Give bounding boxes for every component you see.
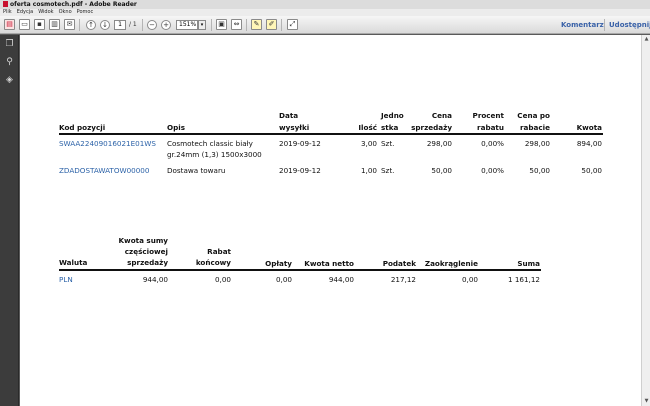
menu-view[interactable]: Widok	[38, 9, 53, 15]
item-quantity: 3,00	[360, 139, 377, 148]
expand-icon[interactable]: ⤢	[287, 19, 298, 30]
item-discount: 0,00%	[481, 166, 504, 175]
zoom-in-icon[interactable]: +	[161, 20, 171, 30]
summary-header-rule	[59, 269, 541, 271]
fees-value: 0,00	[275, 275, 292, 284]
toolbar-divider	[604, 19, 605, 31]
window-title: oferta cosmotech.pdf - Adobe Reader	[10, 1, 137, 8]
window-title-bar: oferta cosmotech.pdf - Adobe Reader	[0, 0, 650, 9]
header-net-amount: Kwota netto	[304, 259, 354, 268]
page-number-input[interactable]: 1	[114, 20, 126, 30]
save-icon[interactable]: ▪	[34, 19, 45, 30]
zoom-out-icon[interactable]: −	[147, 20, 157, 30]
scroll-up-icon[interactable]: ▲	[643, 36, 650, 43]
page-total: / 1	[129, 21, 137, 28]
header-final-rebate: Rabat	[207, 247, 231, 256]
toolbar-divider	[142, 19, 143, 31]
header-currency: Waluta	[59, 258, 88, 267]
item-code-link[interactable]: SWAA22409016021E01WS	[59, 139, 156, 148]
header-subtotal: Kwota sumy	[118, 236, 168, 245]
fit-page-icon[interactable]: ▣	[216, 19, 227, 30]
header-total: Suma	[517, 259, 540, 268]
sticky-note-icon[interactable]: ✎	[251, 19, 262, 30]
header-price-after-discount: Cena po	[517, 111, 550, 120]
document-page: Kod pozycji Opis Data wysyłki Ilość Jedn…	[20, 35, 641, 406]
previous-page-icon[interactable]: ↑	[86, 20, 96, 30]
header-rule	[59, 133, 603, 135]
toolbar: ▤ ▭ ▪ ▥ ✉ ↑ ↓ 1 / 1 − + 151% ▾ ▣ ⇔ ✎ ✐ ⤢…	[0, 16, 650, 34]
menu-edit[interactable]: Edycja	[17, 9, 34, 15]
rounding-value: 0,00	[461, 275, 478, 284]
item-discount: 0,00%	[481, 139, 504, 148]
highlight-icon[interactable]: ✐	[266, 19, 277, 30]
toolbar-divider	[281, 19, 282, 31]
menu-window[interactable]: Okno	[59, 9, 72, 15]
header-discount: Procent	[472, 111, 504, 120]
next-page-icon[interactable]: ↓	[100, 20, 110, 30]
net-amount-value: 944,00	[328, 275, 354, 284]
header-subtotal-line2: częściowej	[124, 247, 168, 256]
menu-bar: Plik Edycja Widok Okno Pomoc	[0, 9, 650, 16]
print-icon[interactable]: ▥	[49, 19, 60, 30]
email-icon[interactable]: ✉	[64, 19, 75, 30]
item-sale-price: 50,00	[431, 166, 452, 175]
header-ship-date-line2: wysyłki	[279, 123, 310, 132]
header-fees: Opłaty	[265, 259, 292, 268]
chevron-down-icon[interactable]: ▾	[198, 20, 206, 30]
layers-icon[interactable]: ◈	[4, 75, 15, 86]
header-subtotal-line3: sprzedaży	[127, 258, 168, 267]
currency-link[interactable]: PLN	[59, 275, 73, 284]
toolbar-divider	[79, 19, 80, 31]
header-tax: Podatek	[382, 259, 416, 268]
item-code-link[interactable]: ZDADOSTAWATOW00000	[59, 166, 149, 175]
item-amount: 894,00	[576, 139, 602, 148]
vertical-scrollbar[interactable]: ▲ ▼	[641, 35, 650, 406]
share-button[interactable]: Udostępnij	[609, 20, 650, 32]
page-thumbnails-icon[interactable]: ❐	[4, 39, 15, 50]
zoom-level-input[interactable]: 151%	[176, 20, 198, 30]
item-description: Dostawa towaru	[167, 166, 226, 175]
header-discount-line2: rabatu	[477, 123, 504, 132]
create-pdf-icon[interactable]: ▤	[4, 19, 15, 30]
comment-button[interactable]: Komentarz	[561, 20, 604, 32]
header-ship-date: Data	[279, 111, 299, 120]
item-price-after-discount: 298,00	[524, 139, 550, 148]
item-quantity: 1,00	[360, 166, 377, 175]
item-sale-price: 298,00	[426, 139, 452, 148]
header-rounding: Zaokrąglenie	[424, 259, 478, 268]
item-ship-date: 2019-09-12	[279, 139, 321, 148]
attachments-icon[interactable]: ⚲	[4, 57, 15, 68]
item-description-line2: gr.24mm (1,3) 1500x3000	[167, 150, 262, 159]
adobe-reader-icon	[3, 1, 8, 7]
header-sale-price: Cena	[431, 111, 452, 120]
subtotal-value: 944,00	[142, 275, 168, 284]
item-description: Cosmotech classic biały	[167, 139, 253, 148]
open-file-icon[interactable]: ▭	[19, 19, 30, 30]
menu-help[interactable]: Pomoc	[77, 9, 94, 15]
scroll-down-icon[interactable]: ▼	[643, 398, 650, 405]
item-ship-date: 2019-09-12	[279, 166, 321, 175]
tax-value: 217,12	[390, 275, 416, 284]
header-final-rebate-line2: końcowy	[195, 258, 231, 267]
header-price-after-discount-line2: rabacie	[520, 123, 550, 132]
item-amount: 50,00	[581, 166, 602, 175]
header-sale-price-line2: sprzedaży	[411, 123, 452, 132]
header-item-code: Kod pozycji	[59, 123, 106, 132]
total-value: 1 161,12	[507, 275, 540, 284]
header-quantity: Ilość	[358, 123, 377, 132]
toolbar-divider	[246, 19, 247, 31]
toolbar-divider	[211, 19, 212, 31]
fit-width-icon[interactable]: ⇔	[231, 19, 242, 30]
header-amount: Kwota	[576, 123, 602, 132]
item-price-after-discount: 50,00	[529, 166, 550, 175]
navigation-panel: ❐ ⚲ ◈	[0, 35, 19, 406]
final-rebate-value: 0,00	[214, 275, 231, 284]
header-description: Opis	[167, 123, 185, 132]
menu-file[interactable]: Plik	[3, 9, 12, 15]
